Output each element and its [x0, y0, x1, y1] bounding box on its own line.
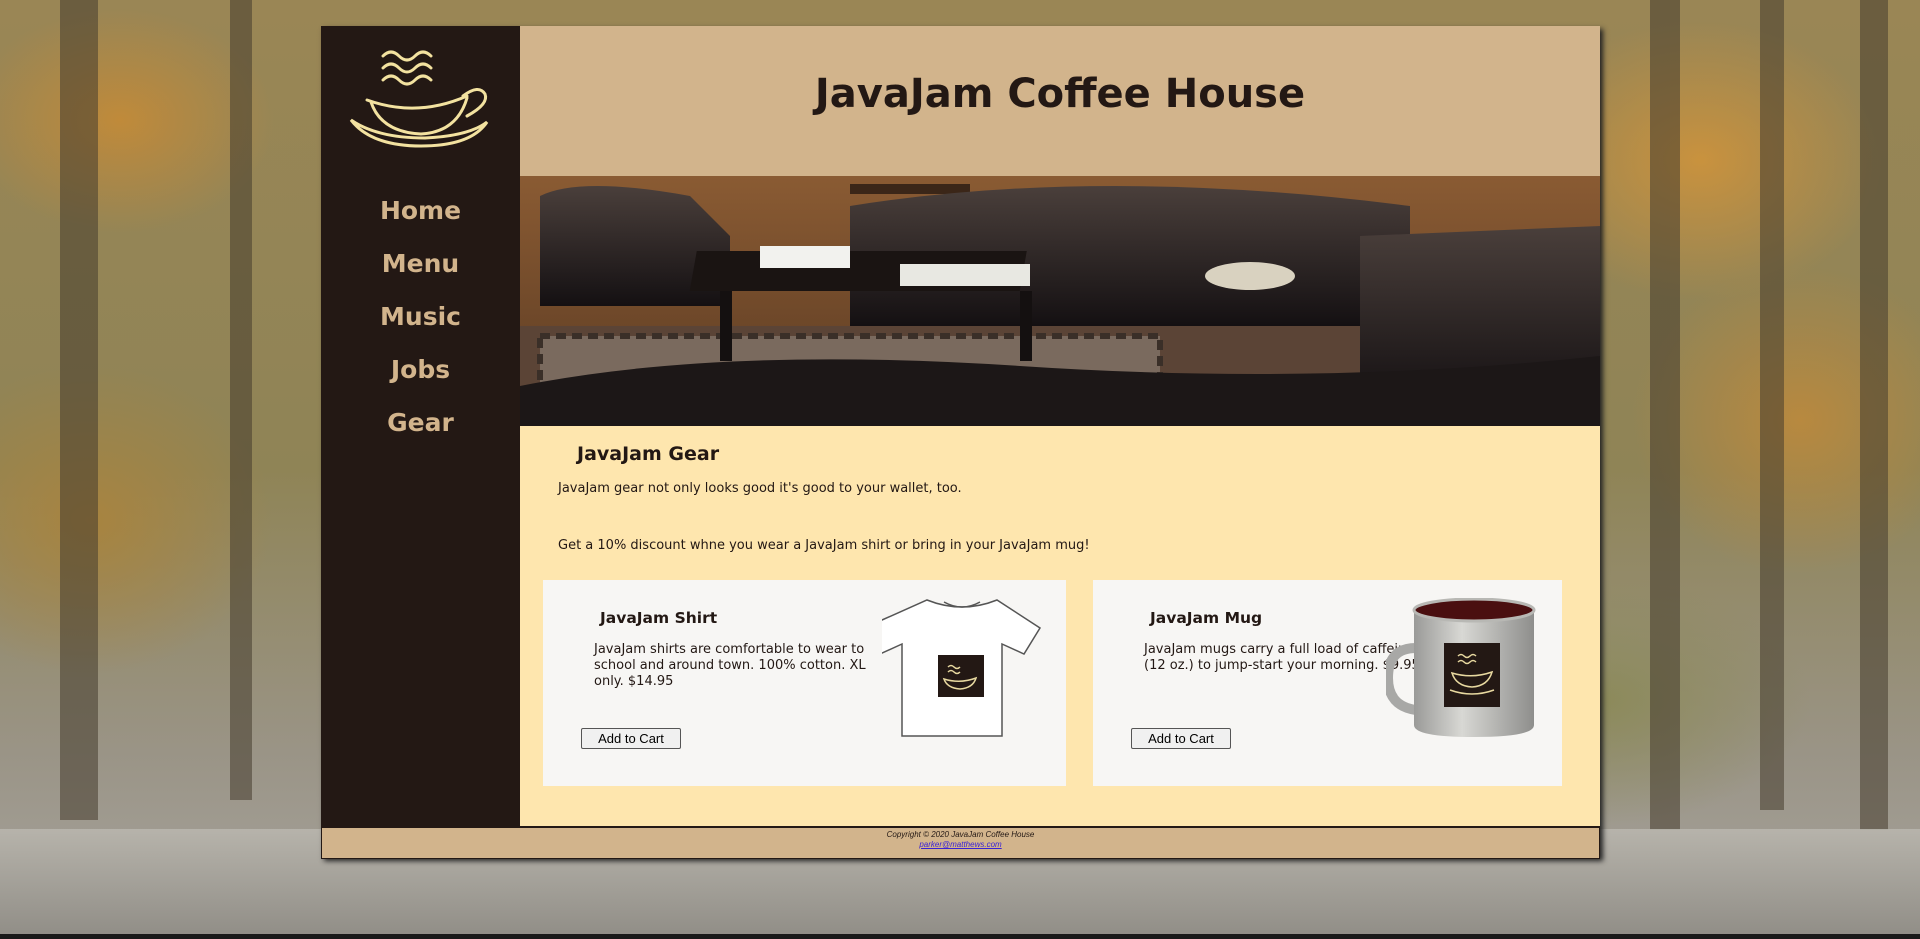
site-footer: Copyright © 2020 JavaJam Coffee House pa… [321, 826, 1600, 859]
main-content: JavaJam Gear JavaJam gear not only looks… [520, 426, 1600, 826]
nav-link-gear[interactable]: Gear [387, 408, 454, 438]
add-to-cart-shirt-button[interactable]: Add to Cart [581, 728, 681, 749]
footer-email: parker@matthews.com [322, 840, 1599, 849]
nav-item-menu: Menu [321, 249, 520, 302]
nav-item-home: Home [321, 196, 520, 249]
sidebar-nav: Home Menu Music Jobs Gear [321, 26, 520, 826]
hero-image-lounge [520, 176, 1600, 426]
coffee-cup-logo-icon [349, 50, 489, 148]
tshirt-icon [882, 599, 1042, 737]
nav-link-home[interactable]: Home [380, 196, 461, 226]
nav-link-menu[interactable]: Menu [382, 249, 459, 279]
product-name: JavaJam Mug [1150, 609, 1263, 627]
site-header: JavaJam Coffee House [520, 26, 1600, 176]
nav-item-music: Music [321, 302, 520, 355]
nav-link-music[interactable]: Music [380, 302, 461, 332]
nav-link-jobs[interactable]: Jobs [391, 355, 450, 385]
email-link[interactable]: parker@matthews.com [919, 840, 1001, 849]
copyright-text: Copyright © 2020 JavaJam Coffee House [886, 830, 1035, 839]
lounge-photo [520, 176, 1600, 426]
product-card-mug: JavaJam Mug JavaJam mugs carry a full lo… [1093, 580, 1562, 786]
nav-item-jobs: Jobs [321, 355, 520, 408]
product-description: JavaJam shirts are comfortable to wear t… [594, 642, 866, 689]
add-to-cart-mug-button[interactable]: Add to Cart [1131, 728, 1231, 749]
site-title: JavaJam Coffee House [814, 71, 1306, 117]
mug-icon [1386, 598, 1536, 737]
nav-list: Home Menu Music Jobs Gear [321, 196, 520, 461]
product-card-shirt: JavaJam Shirt JavaJam shirts are comfort… [543, 580, 1066, 786]
intro-text: JavaJam gear not only looks good it's go… [558, 481, 962, 496]
section-heading: JavaJam Gear [577, 443, 720, 465]
discount-text: Get a 10% discount whne you wear a JavaJ… [558, 538, 1090, 553]
product-name: JavaJam Shirt [600, 609, 718, 627]
page-wrapper: Home Menu Music Jobs Gear JavaJam Coffee… [321, 26, 1600, 859]
nav-item-gear: Gear [321, 408, 520, 461]
